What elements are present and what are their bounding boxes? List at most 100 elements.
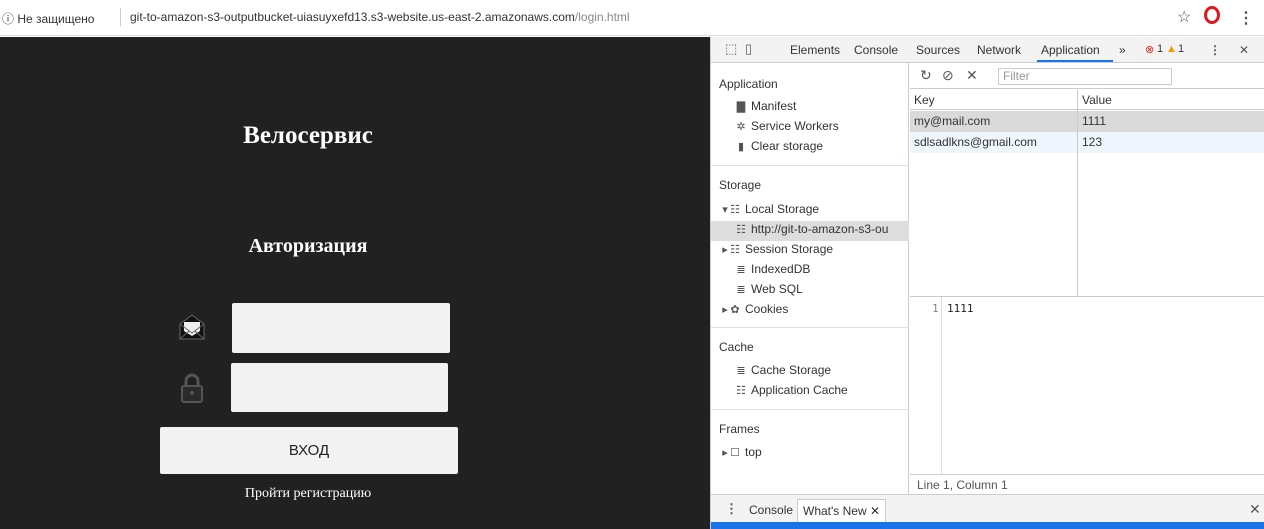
sidebar-item-local-storage-origin[interactable]: ☷ http://git-to-amazon-s3-ou — [711, 221, 909, 241]
sidebar-item-label: Cookies — [745, 302, 789, 316]
more-tabs-button[interactable]: » — [1119, 43, 1126, 57]
sidebar-item-local-storage[interactable]: ▾ ☷ Local Storage — [721, 202, 819, 216]
devtools-tabbar: ⬚ ▯ Elements Console Sources Network App… — [711, 37, 1264, 63]
sidebar-item-label: IndexedDB — [751, 262, 811, 276]
sidebar-item-label: Session Storage — [745, 242, 834, 256]
preview-content[interactable]: 1111 — [947, 302, 974, 315]
sidebar-item-indexeddb[interactable]: ≣ IndexedDB — [735, 262, 810, 276]
collapsed-triangle-icon: ▸ — [722, 304, 728, 316]
inspect-element-icon[interactable]: ⬚ — [725, 41, 737, 57]
sidebar-item-clear-storage[interactable]: ▮ Clear storage — [735, 139, 823, 153]
trash-icon: ▮ — [737, 141, 745, 153]
devtools-drawer: ⋮ Console What's New ✕ ✕ — [711, 494, 1264, 523]
value-preview: 1 1111 — [910, 296, 1264, 475]
divider — [711, 409, 909, 410]
row-key: my@mail.com — [914, 114, 991, 128]
sidebar-item-cache-storage[interactable]: ≣ Cache Storage — [735, 363, 831, 377]
device-toolbar-icon[interactable]: ▯ — [745, 41, 752, 57]
filter-input[interactable]: Filter — [998, 68, 1172, 85]
divider — [711, 327, 909, 328]
sidebar-item-label: Web SQL — [751, 282, 803, 296]
devtools-panel: ⬚ ▯ Elements Console Sources Network App… — [710, 37, 1264, 529]
warning-icon[interactable]: ▲ — [1166, 43, 1177, 55]
tab-application[interactable]: Application — [1041, 43, 1100, 57]
devtools-close-button[interactable]: ✕ — [1239, 43, 1249, 57]
grid-icon: ☷ — [730, 204, 740, 216]
sidebar-item-label: top — [745, 445, 762, 459]
close-icon[interactable]: ✕ — [870, 504, 880, 518]
sidebar-item-label: Manifest — [751, 99, 797, 113]
table-row[interactable]: sdlsadlkns@gmail.com 123 — [910, 132, 1264, 153]
drawer-tab-whats-new[interactable]: What's New ✕ — [797, 499, 887, 523]
email-icon — [179, 314, 205, 340]
sidebar-item-label: Clear storage — [751, 139, 824, 153]
active-tab-indicator — [1037, 60, 1113, 62]
row-value: 123 — [1082, 135, 1103, 149]
divider — [120, 8, 121, 26]
application-section-header: Application — [719, 77, 778, 91]
url-text[interactable]: git-to-amazon-s3-outputbucket-uiasuyxefd… — [130, 10, 630, 24]
sidebar-item-manifest[interactable]: ▇ Manifest — [735, 99, 797, 113]
tab-console[interactable]: Console — [854, 43, 898, 57]
devtools-menu-icon[interactable]: ⋮ — [1209, 43, 1221, 57]
warning-count: 1 — [1178, 43, 1185, 55]
clear-all-icon[interactable]: ⊘ — [942, 67, 954, 84]
password-field[interactable] — [231, 363, 448, 412]
row-value: 1111 — [1082, 114, 1107, 128]
login-button[interactable]: ВХОД — [160, 427, 458, 474]
column-header-value[interactable]: Value — [1082, 93, 1112, 107]
bookmark-star-icon[interactable]: ☆ — [1177, 7, 1191, 27]
lock-icon — [181, 373, 203, 403]
drawer-tab-label: What's New — [803, 504, 867, 518]
auth-title: Авторизация — [248, 235, 368, 257]
table-header: Key Value — [910, 90, 1264, 110]
cursor-position-status: Line 1, Column 1 — [910, 474, 1264, 494]
security-indicator[interactable]: ⓘ Не защищено — [2, 10, 94, 27]
document-icon: ▇ — [736, 101, 746, 113]
delete-selected-icon[interactable]: ✕ — [966, 67, 978, 84]
sidebar-item-label: Cache Storage — [751, 363, 832, 377]
sidebar-item-cookies[interactable]: ▸ ✿ Cookies — [721, 302, 788, 316]
sidebar-item-websql[interactable]: ≣ Web SQL — [735, 282, 803, 296]
line-number: 1 — [932, 302, 939, 315]
drawer-menu-icon[interactable]: ⋮ — [725, 501, 738, 517]
sidebar-item-session-storage[interactable]: ▸ ☷ Session Storage — [721, 242, 833, 256]
sidebar-item-label: http://git-to-amazon-s3-ou — [751, 222, 889, 236]
tab-network[interactable]: Network — [977, 43, 1021, 57]
frames-section-header: Frames — [719, 422, 760, 436]
browser-menu-icon[interactable]: ⋮ — [1238, 8, 1254, 28]
register-link[interactable]: Пройти регистрацию — [0, 486, 616, 502]
storage-toolbar: ↻ ⊘ ✕ Filter — [910, 63, 1264, 89]
sidebar-item-application-cache[interactable]: ☷ Application Cache — [735, 383, 848, 397]
storage-section-header: Storage — [719, 178, 762, 192]
sidebar-item-frame-top[interactable]: ▸ ☐ top — [721, 445, 762, 459]
grid-icon: ☷ — [736, 385, 746, 397]
drawer-close-icon[interactable]: ✕ — [1249, 501, 1261, 518]
grid-icon: ☷ — [736, 224, 746, 236]
drawer-tab-console[interactable]: Console — [749, 503, 793, 517]
storage-table: Key Value my@mail.com 1111 sdlsadlkns@gm… — [910, 90, 1264, 296]
column-header-key[interactable]: Key — [914, 93, 935, 107]
database-icon: ≣ — [736, 284, 746, 296]
collapsed-triangle-icon: ▸ — [722, 447, 728, 459]
database-icon: ≣ — [736, 365, 746, 377]
refresh-icon[interactable]: ↻ — [920, 67, 932, 84]
sidebar-item-label: Service Workers — [751, 119, 839, 133]
collapsed-triangle-icon: ▸ — [722, 244, 728, 256]
sidebar-item-label: Application Cache — [751, 383, 848, 397]
tab-elements[interactable]: Elements — [790, 43, 840, 57]
opera-icon[interactable] — [1204, 6, 1220, 24]
email-field[interactable] — [232, 303, 450, 353]
application-sidebar: Application ▇ Manifest ✲ Service Workers ▮… — [711, 63, 909, 529]
table-row[interactable]: my@mail.com 1111 — [910, 111, 1264, 132]
sidebar-item-service-workers[interactable]: ✲ Service Workers — [735, 119, 839, 133]
column-divider[interactable] — [1077, 90, 1078, 296]
cache-section-header: Cache — [719, 340, 754, 354]
drawer-content-strip — [711, 522, 1264, 529]
tab-sources[interactable]: Sources — [916, 43, 960, 57]
error-icon[interactable]: ⊗ — [1145, 43, 1154, 56]
address-bar[interactable]: ⓘ Не защищено git-to-amazon-s3-outputbuc… — [0, 0, 1264, 36]
divider — [711, 165, 909, 166]
frame-icon: ☐ — [730, 447, 740, 459]
row-key: sdlsadlkns@gmail.com — [914, 135, 1037, 149]
